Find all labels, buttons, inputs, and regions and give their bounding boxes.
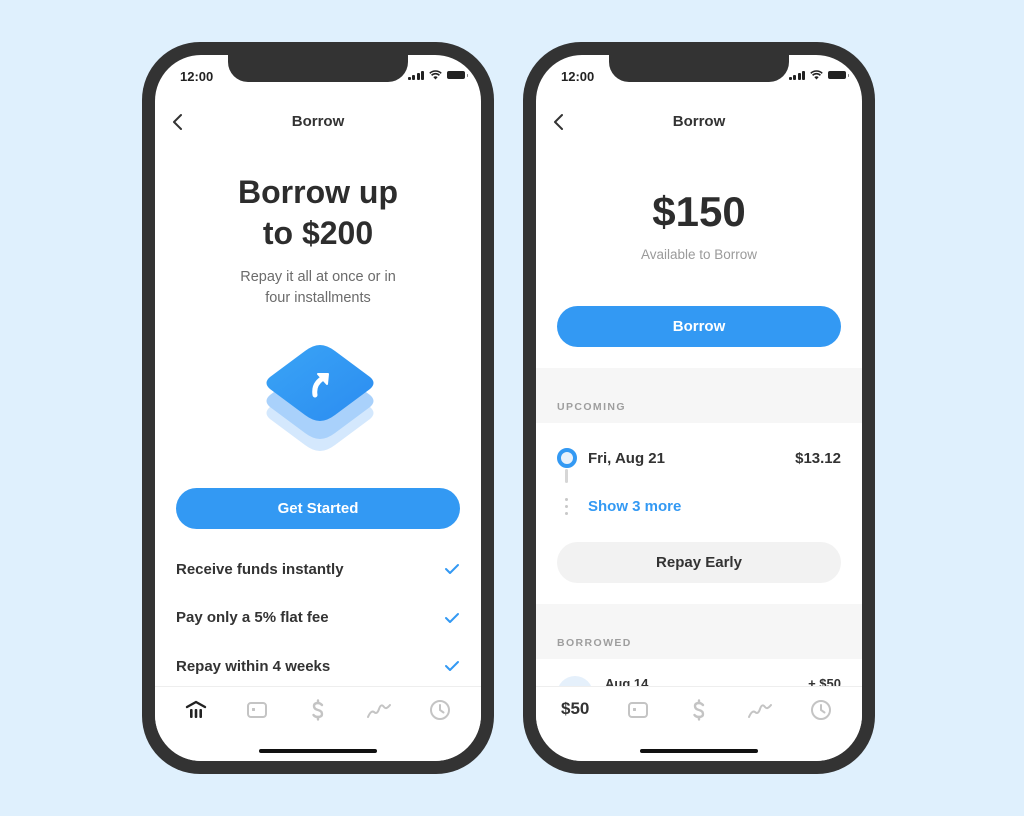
notch: [609, 55, 789, 82]
chart-icon: [367, 704, 391, 718]
wifi-icon: [810, 70, 823, 80]
timeline-stem: [565, 469, 568, 483]
available-amount: $150: [652, 188, 746, 235]
notch: [228, 55, 408, 82]
wifi-icon: [429, 70, 442, 80]
tab-card[interactable]: [244, 697, 270, 723]
dollar-icon: [312, 699, 324, 721]
hero-subtitle-line1: Repay it all at once or in: [240, 269, 396, 285]
feature-list: Receive funds instantly Pay only a 5% fl…: [176, 545, 460, 691]
tab-activity[interactable]: [427, 697, 453, 723]
repay-early-button[interactable]: Repay Early: [557, 542, 841, 583]
nav-bar: Borrow: [155, 110, 481, 134]
show-more-link[interactable]: Show 3 more: [588, 498, 681, 515]
borrow-arrow-icon: [266, 345, 374, 451]
tab-investing[interactable]: [366, 697, 392, 723]
tab-activity[interactable]: [808, 697, 834, 723]
tab-banking[interactable]: [183, 697, 209, 723]
hero-subtitle: Repay it all at once or in four installm…: [155, 267, 481, 309]
upcoming-date: Fri, Aug 21: [588, 450, 665, 467]
tab-balance[interactable]: $50: [561, 699, 589, 719]
nav-bar: Borrow: [536, 110, 862, 134]
chart-icon: [748, 704, 772, 718]
hero-title-line1: Borrow up: [238, 174, 398, 210]
status-time: 12:00: [180, 69, 214, 84]
borrow-intro-screen: 12:00 Borrow Borrow up to $200 Repay it …: [155, 55, 481, 761]
borrowed-section-header: BORROWED: [536, 604, 862, 659]
check-icon: [445, 612, 459, 623]
hero-subtitle-line2: four installments: [265, 290, 371, 306]
hero-title-line2: to $200: [262, 215, 374, 251]
home-indicator: [259, 749, 377, 753]
feature-label: Pay only a 5% flat fee: [176, 609, 329, 627]
upcoming-amount: $13.12: [795, 450, 841, 467]
feature-item: Receive funds instantly: [176, 545, 460, 594]
tab-bar: [155, 686, 481, 761]
clock-icon: [811, 700, 831, 720]
signal-icon: [788, 70, 805, 80]
battery-icon: [828, 71, 849, 79]
feature-item: Repay within 4 weeks: [176, 642, 460, 691]
battery-icon: [447, 71, 468, 79]
phone-right: 12:00 Borrow $150 Available to Borrow Bo…: [523, 42, 875, 774]
dollar-icon: [693, 699, 705, 721]
timeline-ellipsis: [565, 498, 568, 519]
check-icon: [445, 564, 459, 575]
feature-label: Receive funds instantly: [176, 560, 344, 578]
page-title: Borrow: [672, 113, 726, 130]
card-icon: [247, 702, 267, 718]
borrow-dashboard-screen: 12:00 Borrow $150 Available to Borrow Bo…: [536, 55, 862, 761]
section-label: UPCOMING: [557, 401, 626, 413]
home-indicator: [640, 749, 758, 753]
signal-icon: [407, 70, 424, 80]
feature-label: Repay within 4 weeks: [176, 657, 331, 675]
status-time: 12:00: [561, 69, 595, 84]
tab-investing[interactable]: [747, 697, 773, 723]
tab-bar: $50: [536, 686, 862, 761]
get-started-button[interactable]: Get Started: [176, 488, 460, 529]
phone-left: 12:00 Borrow Borrow up to $200 Repay it …: [142, 42, 494, 774]
status-icons: [407, 70, 468, 80]
feature-item: Pay only a 5% flat fee: [176, 594, 460, 643]
tab-pay[interactable]: [686, 697, 712, 723]
borrow-button[interactable]: Borrow: [557, 306, 841, 347]
tab-pay[interactable]: [305, 697, 331, 723]
hero-title: Borrow up to $200: [155, 172, 481, 254]
bank-icon: [185, 700, 207, 718]
page-title: Borrow: [291, 113, 345, 130]
available-label: Available to Borrow: [640, 247, 758, 262]
tab-card[interactable]: [625, 697, 651, 723]
upcoming-section-header: UPCOMING: [536, 368, 862, 423]
section-label: BORROWED: [557, 637, 632, 649]
card-icon: [628, 702, 648, 718]
status-icons: [788, 70, 849, 80]
check-icon: [445, 661, 459, 672]
timeline-dot: [557, 448, 577, 468]
clock-icon: [430, 700, 450, 720]
